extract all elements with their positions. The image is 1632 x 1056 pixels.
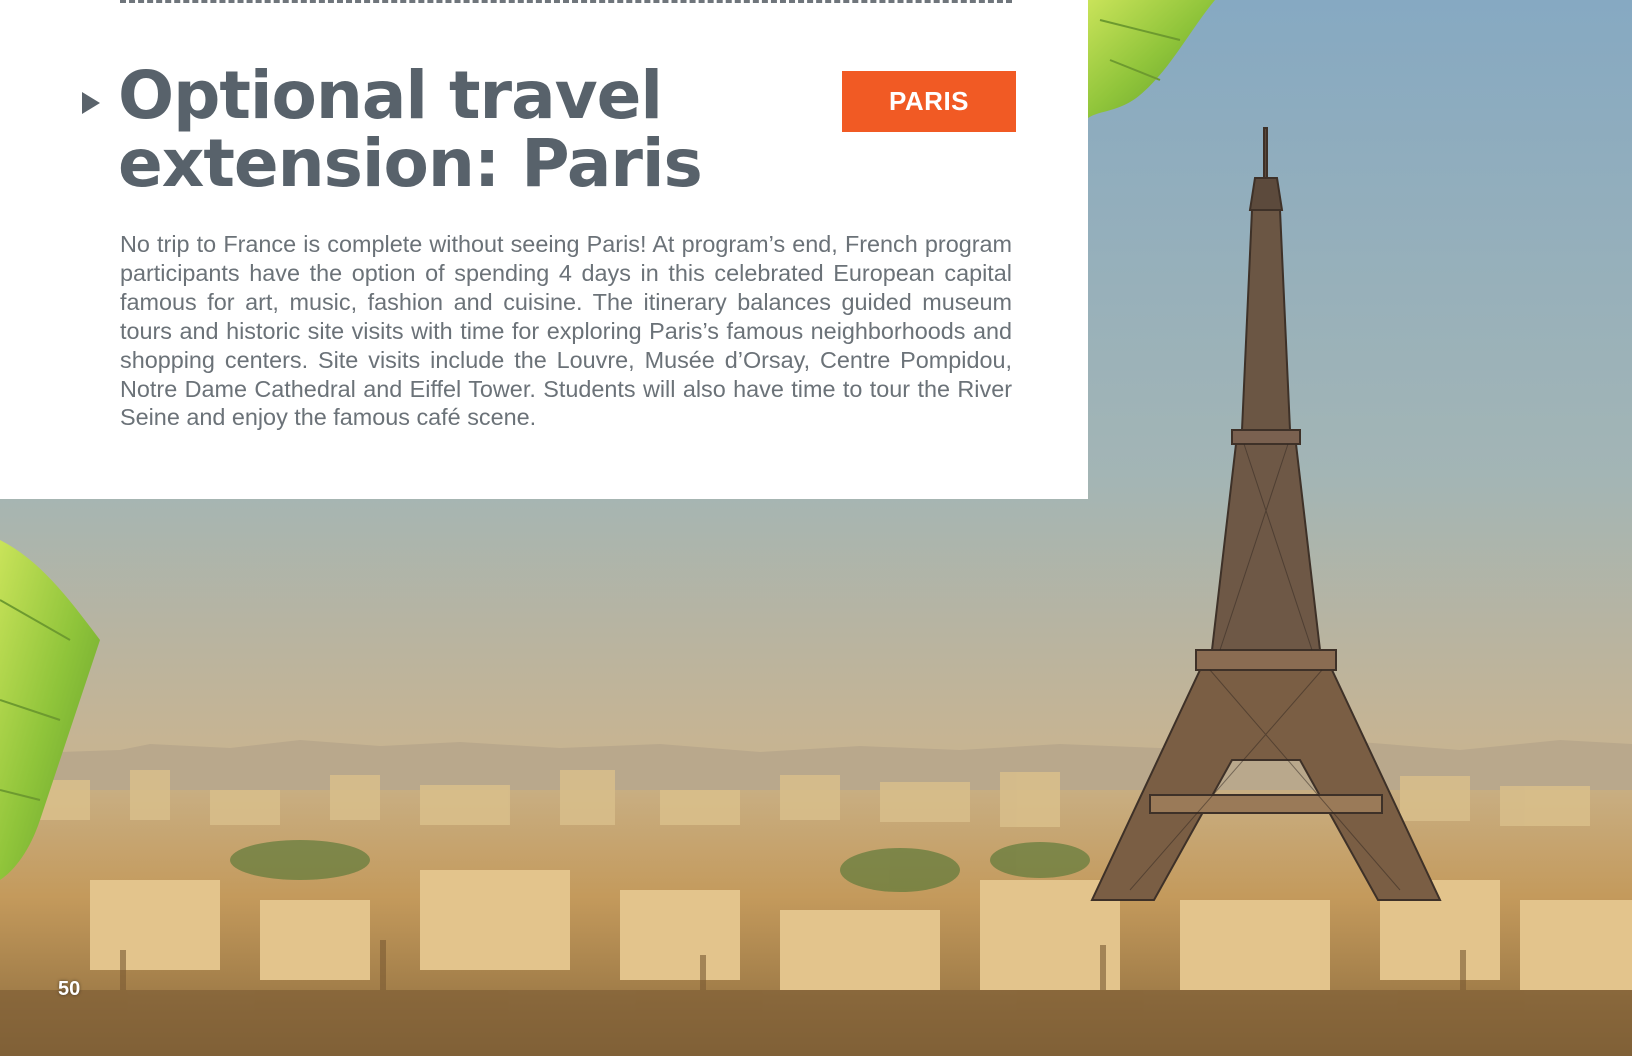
description-paragraph: No trip to France is complete without se… bbox=[120, 231, 1012, 431]
page-title: Optional travel extension: Paris bbox=[118, 62, 818, 198]
dashed-divider bbox=[120, 0, 1012, 3]
bullet-triangle-icon bbox=[82, 92, 100, 114]
page-number: 50 bbox=[58, 978, 81, 1000]
city-badge: PARIS bbox=[842, 71, 1016, 132]
content-panel: Optional travel extension: Paris PARIS N… bbox=[0, 0, 1088, 499]
page-title-line-2: extension: Paris bbox=[118, 125, 703, 202]
page-title-line-1: Optional travel bbox=[118, 57, 663, 134]
